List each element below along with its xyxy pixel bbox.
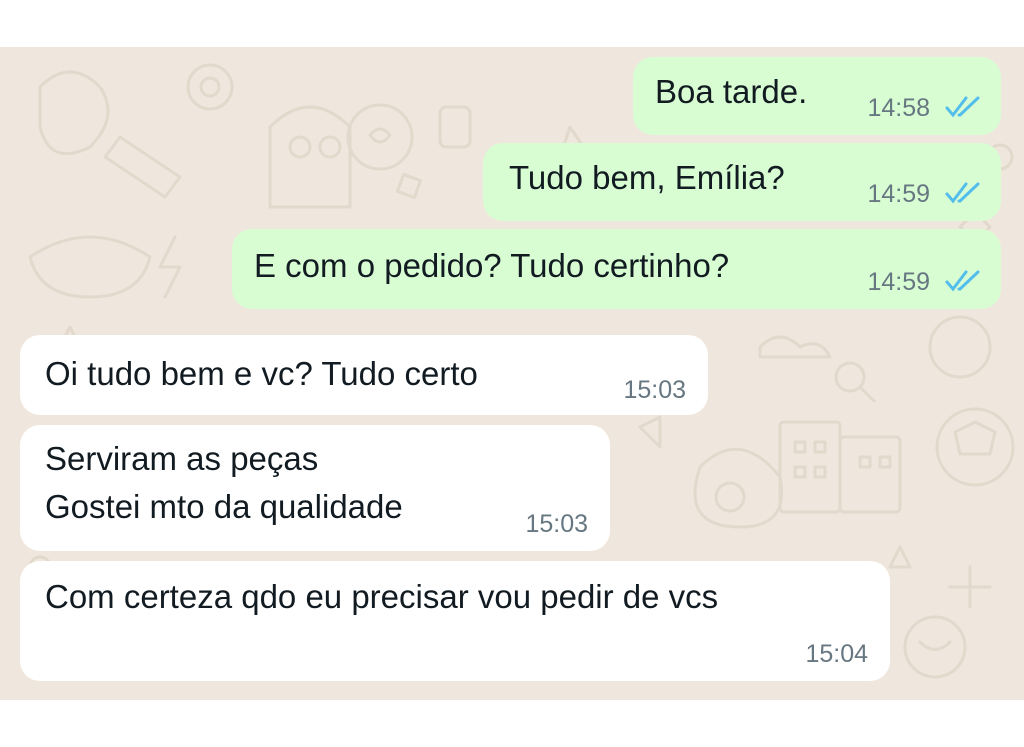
- message-bubble-incoming[interactable]: Serviram as peças Gostei mto da qualidad…: [20, 425, 610, 551]
- message-text: Oi tudo bem e vc? Tudo certo: [45, 355, 478, 392]
- read-double-check-icon: [945, 270, 980, 292]
- message-meta: 14:58: [867, 93, 981, 123]
- message-bubble-outgoing[interactable]: Tudo bem, Emília? 14:59: [483, 143, 1001, 221]
- message-time: 14:58: [867, 94, 931, 122]
- message-bubble-incoming[interactable]: Com certeza qdo eu precisar vou pedir de…: [20, 561, 890, 681]
- message-text: Boa tarde.: [655, 73, 808, 110]
- message-bubble-outgoing[interactable]: E com o pedido? Tudo certinho? 14:59: [232, 229, 1001, 309]
- read-double-check-icon: [945, 96, 980, 118]
- message-time: 15:03: [525, 510, 588, 538]
- message-meta: 15:04: [805, 639, 868, 669]
- read-double-check-icon: [945, 182, 980, 204]
- message-text-line: Gostei mto da qualidade: [45, 488, 403, 525]
- message-bubble-incoming[interactable]: Oi tudo bem e vc? Tudo certo 15:03: [20, 335, 708, 415]
- message-text-line: Serviram as peças: [45, 440, 319, 477]
- message-text: E com o pedido? Tudo certinho?: [254, 247, 730, 284]
- message-meta: 15:03: [525, 509, 588, 539]
- message-text: Tudo bem, Emília?: [509, 159, 785, 196]
- message-meta: 14:59: [867, 267, 981, 297]
- message-time: 15:04: [805, 640, 868, 668]
- message-time: 15:03: [623, 376, 686, 404]
- message-text: Com certeza qdo eu precisar vou pedir de…: [45, 578, 719, 615]
- message-meta: 14:59: [867, 179, 981, 209]
- chat-screen: Boa tarde. 14:58 Tudo bem, Emília? 14:59: [0, 0, 1024, 747]
- message-time: 14:59: [867, 268, 931, 296]
- message-bubble-outgoing[interactable]: Boa tarde. 14:58: [633, 57, 1001, 135]
- message-meta: 15:03: [623, 375, 686, 405]
- message-time: 14:59: [867, 180, 931, 208]
- chat-conversation-area[interactable]: Boa tarde. 14:58 Tudo bem, Emília? 14:59: [0, 47, 1024, 700]
